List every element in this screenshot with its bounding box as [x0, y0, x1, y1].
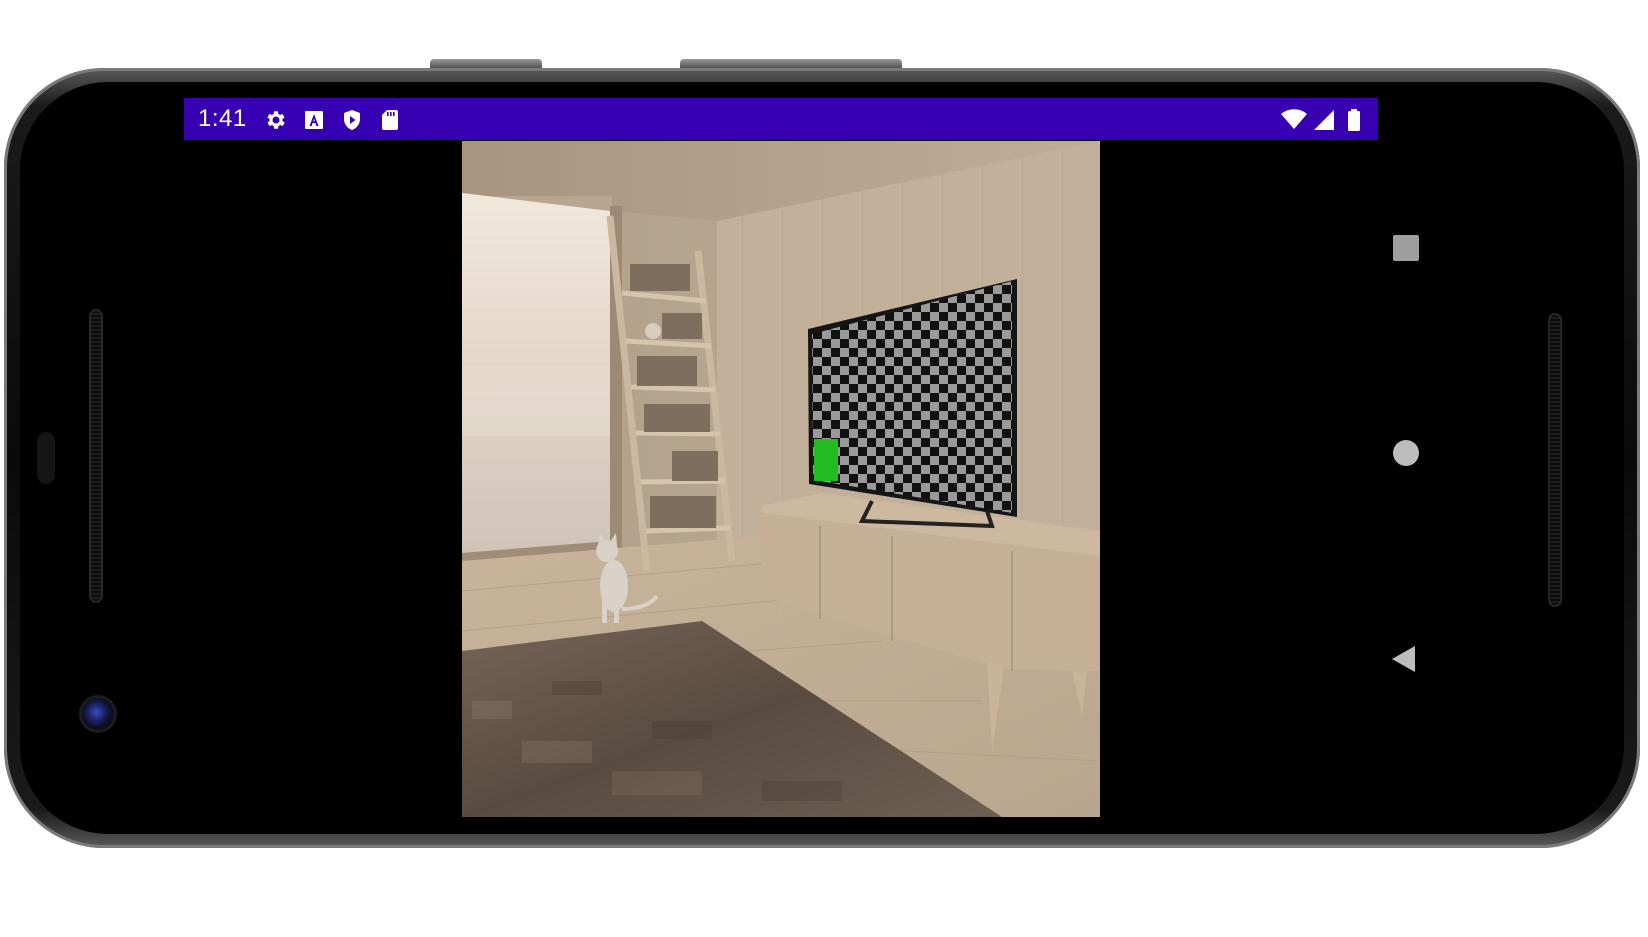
scene-view[interactable] — [462, 141, 1100, 817]
back-button[interactable] — [1390, 644, 1420, 674]
front-camera — [82, 698, 114, 730]
green-marker — [814, 439, 838, 481]
status-bar: 1:41 — [184, 98, 1378, 140]
sd-card-icon — [382, 110, 398, 130]
shield-play-icon — [344, 110, 360, 130]
speaker-grille-right — [1548, 313, 1562, 607]
proximity-sensor — [37, 432, 55, 484]
cell-signal-icon — [1314, 110, 1334, 130]
settings-icon — [267, 111, 285, 129]
wifi-icon — [1281, 109, 1307, 129]
text-a-icon — [305, 111, 323, 129]
speaker-grille-left — [89, 309, 103, 603]
battery-icon — [1348, 109, 1360, 131]
status-clock: 1:41 — [198, 105, 247, 132]
home-button[interactable] — [1392, 439, 1420, 467]
recents-button[interactable] — [1392, 234, 1420, 262]
